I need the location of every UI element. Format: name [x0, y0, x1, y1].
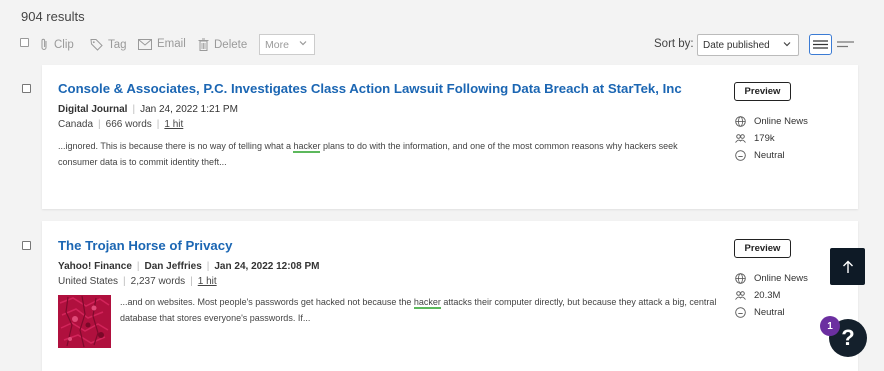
neutral-face-icon: [735, 150, 746, 161]
reach-row: 179k: [735, 130, 808, 147]
scroll-to-top-button[interactable]: [830, 248, 865, 285]
results-toolbar: Clip Tag Email Delete More Sort by: Date…: [20, 34, 884, 58]
sentiment-row: Neutral: [735, 147, 808, 164]
article-side-meta: Online News 179k Neutral: [735, 113, 808, 164]
reach-value: 179k: [754, 133, 775, 144]
article-title-link[interactable]: Console & Associates, P.C. Investigates …: [58, 81, 682, 96]
reach-row: 20.3M: [735, 287, 808, 304]
article-snippet: ...ignored. This is because there is no …: [58, 138, 718, 170]
trash-icon: [198, 38, 209, 51]
article-word-count: 666 words: [105, 119, 152, 130]
clip-label: Clip: [54, 38, 74, 51]
delete-label: Delete: [214, 38, 248, 51]
compact-view-button[interactable]: [834, 34, 857, 55]
globe-icon: [735, 116, 746, 127]
article-author[interactable]: Dan Jeffries: [145, 261, 202, 272]
article-details: United States | 2,237 words | 1 hit: [58, 276, 217, 287]
snippet-highlight: hacker: [413, 297, 441, 309]
article-source[interactable]: Yahoo! Finance: [58, 261, 132, 272]
results-count: 904 results: [21, 9, 85, 24]
chevron-down-icon: [299, 41, 307, 46]
media-type-row: Online News: [735, 113, 808, 130]
article-meta: Digital Journal | Jan 24, 2022 1:21 PM: [58, 104, 238, 115]
article-date: Jan 24, 2022 1:21 PM: [140, 104, 238, 115]
list-detailed-icon: [813, 40, 828, 49]
chevron-down-icon: [783, 42, 791, 47]
detailed-view-button[interactable]: [809, 34, 832, 55]
article-1-checkbox[interactable]: [22, 84, 31, 93]
delete-button[interactable]: Delete: [198, 38, 247, 51]
article-card: The Trojan Horse of Privacy Yahoo! Finan…: [42, 221, 858, 371]
paperclip-icon: [41, 38, 47, 50]
article-hits-link[interactable]: 1 hit: [164, 119, 183, 130]
article-date: Jan 24, 2022 12:08 PM: [214, 261, 320, 272]
article-word-count: 2,237 words: [130, 276, 186, 287]
article-snippet: ...and on websites. Most people's passwo…: [120, 294, 720, 326]
media-type: Online News: [754, 116, 808, 127]
list-compact-icon: [837, 41, 854, 48]
media-type-row: Online News: [735, 270, 808, 287]
article-hits-link[interactable]: 1 hit: [198, 276, 217, 287]
help-notification-badge: 1: [820, 316, 840, 336]
article-title-link[interactable]: The Trojan Horse of Privacy: [58, 238, 232, 253]
sentiment-row: Neutral: [735, 304, 808, 321]
article-country: Canada: [58, 119, 94, 130]
article-card: Console & Associates, P.C. Investigates …: [42, 65, 858, 209]
arrow-up-icon: [842, 260, 853, 273]
email-label: Email: [157, 38, 186, 50]
article-details: Canada | 666 words | 1 hit: [58, 119, 184, 130]
select-all-checkbox[interactable]: [20, 38, 29, 47]
envelope-icon: [138, 38, 152, 50]
clip-button[interactable]: Clip: [39, 38, 74, 51]
question-mark-icon: ?: [841, 325, 855, 350]
sentiment-value: Neutral: [754, 307, 785, 318]
neutral-face-icon: [735, 307, 746, 318]
sentiment-value: Neutral: [754, 150, 785, 161]
more-label: More: [265, 39, 289, 51]
article-source[interactable]: Digital Journal: [58, 104, 127, 115]
tag-label: Tag: [108, 38, 127, 51]
tag-button[interactable]: Tag: [90, 38, 127, 51]
article-2-checkbox[interactable]: [22, 241, 31, 250]
sort-select[interactable]: Date published: [697, 34, 799, 56]
article-side-meta: Online News 20.3M Neutral: [735, 270, 808, 321]
preview-button[interactable]: Preview: [734, 239, 791, 258]
preview-button[interactable]: Preview: [734, 82, 791, 101]
more-dropdown[interactable]: More: [259, 34, 315, 55]
audience-icon: [735, 134, 746, 143]
media-type: Online News: [754, 273, 808, 284]
globe-icon: [735, 273, 746, 284]
sort-value: Date published: [703, 40, 770, 51]
tag-icon: [90, 39, 103, 51]
reach-value: 20.3M: [754, 290, 781, 301]
audience-icon: [735, 291, 746, 300]
article-thumbnail[interactable]: [58, 295, 111, 348]
snippet-highlight: hacker: [293, 141, 321, 153]
article-meta: Yahoo! Finance | Dan Jeffries | Jan 24, 2022…: [58, 261, 320, 272]
sort-by-label: Sort by:: [654, 38, 694, 50]
article-country: United States: [58, 276, 119, 287]
snippet-before: ...ignored. This is because there is no …: [58, 141, 294, 151]
snippet-before: ...and on websites. Most people's passwo…: [120, 297, 414, 307]
email-button[interactable]: Email: [138, 38, 186, 50]
